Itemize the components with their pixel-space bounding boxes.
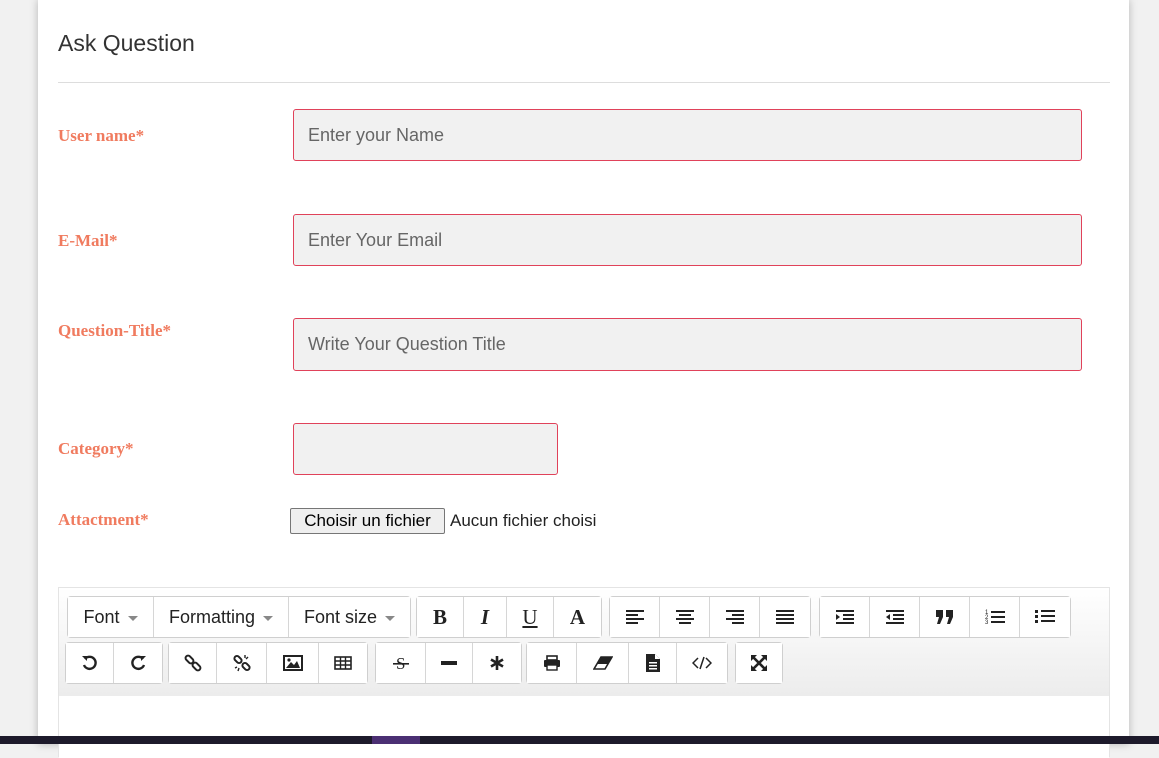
text-style-group: B I U A	[416, 596, 602, 638]
history-group	[65, 642, 163, 684]
font-size-dropdown[interactable]: Font size	[289, 597, 410, 637]
special-char-button[interactable]	[473, 643, 521, 683]
horizontal-rule-icon	[441, 661, 457, 665]
category-select[interactable]	[293, 423, 558, 475]
fullscreen-icon	[751, 655, 767, 671]
print-button[interactable]	[527, 643, 577, 683]
chevron-down-icon	[263, 615, 274, 621]
unordered-list-button[interactable]	[1020, 597, 1070, 637]
font-dropdown-group: Font Formatting Font size	[67, 596, 411, 638]
username-label: User name*	[58, 126, 145, 145]
align-center-button[interactable]	[660, 597, 710, 637]
outdent-button[interactable]	[870, 597, 920, 637]
align-center-icon	[675, 610, 694, 624]
bold-button[interactable]: B	[417, 597, 464, 637]
indent-button[interactable]	[820, 597, 870, 637]
code-view-icon	[692, 656, 712, 670]
align-right-button[interactable]	[710, 597, 760, 637]
chevron-down-icon	[127, 615, 138, 621]
document-icon	[645, 654, 660, 672]
eraser-button[interactable]	[577, 643, 629, 683]
question-title-label: Question-Title*	[58, 321, 172, 340]
table-button[interactable]	[319, 643, 367, 683]
font-color-button[interactable]: A	[554, 597, 601, 637]
special-char-icon	[490, 656, 504, 670]
choose-file-button[interactable]: Choisir un fichier	[290, 508, 445, 534]
ordered-list-button[interactable]: 123	[970, 597, 1020, 637]
align-right-icon	[725, 610, 744, 624]
outdent-icon	[885, 610, 904, 624]
align-left-button[interactable]	[610, 597, 660, 637]
ordered-list-icon: 123	[985, 610, 1005, 625]
username-input[interactable]	[293, 109, 1082, 161]
link-icon	[184, 654, 201, 672]
font-dropdown-label: Font	[83, 606, 120, 627]
print-icon	[543, 655, 560, 671]
attachment-label: Attactment*	[58, 510, 149, 529]
italic-button[interactable]: I	[464, 597, 507, 637]
rich-text-editor: Font Formatting Font size B I U A 12 3	[58, 587, 1110, 758]
formatting-dropdown[interactable]: Formatting	[154, 597, 289, 637]
document-button[interactable]	[629, 643, 677, 683]
strikethrough-icon: S	[392, 654, 409, 672]
table-icon	[334, 656, 352, 670]
email-label: E-Mail*	[58, 231, 118, 250]
underline-button[interactable]: U	[507, 597, 554, 637]
align-justify-button[interactable]	[760, 597, 810, 637]
redo-button[interactable]	[114, 643, 162, 683]
align-group	[609, 596, 811, 638]
align-justify-icon	[776, 610, 794, 624]
unlink-icon	[232, 654, 251, 672]
view-group	[735, 642, 783, 684]
font-size-dropdown-label: Font size	[303, 606, 378, 627]
undo-button[interactable]	[66, 643, 114, 683]
category-label: Category*	[58, 439, 134, 458]
question-title-input[interactable]	[293, 318, 1082, 371]
chevron-down-icon	[385, 615, 396, 621]
eraser-icon	[592, 656, 613, 670]
formatting-dropdown-label: Formatting	[168, 606, 256, 627]
image-button[interactable]	[267, 643, 319, 683]
image-icon	[282, 655, 303, 671]
title-divider	[58, 82, 1110, 83]
email-input[interactable]	[293, 214, 1082, 266]
editor-toolbar: Font Formatting Font size B I U A 12 3	[59, 588, 1109, 696]
code-view-button[interactable]	[677, 643, 727, 683]
ask-question-card: Ask Question User name* E-Mail* Question…	[38, 0, 1129, 758]
link-button[interactable]	[169, 643, 217, 683]
indent-icon	[835, 610, 854, 624]
fullscreen-button[interactable]	[736, 643, 782, 683]
bottom-bar	[0, 736, 1159, 744]
blockquote-button[interactable]	[920, 597, 970, 637]
editor-content-area[interactable]	[59, 696, 1109, 758]
font-dropdown[interactable]: Font	[68, 597, 154, 637]
file-status-text: Aucun fichier choisi	[450, 511, 597, 530]
align-left-icon	[625, 610, 644, 624]
insert-group	[168, 642, 368, 684]
unlink-button[interactable]	[217, 643, 267, 683]
block-format-group: 123	[819, 596, 1071, 638]
horizontal-rule-button[interactable]	[426, 643, 473, 683]
svg-text:3: 3	[985, 620, 989, 625]
redo-icon	[131, 655, 146, 671]
strikethrough-button[interactable]: S	[376, 643, 426, 683]
undo-icon	[81, 655, 97, 671]
bottom-bar-accent	[372, 736, 420, 744]
utility-group	[526, 642, 728, 684]
blockquote-icon	[935, 610, 953, 624]
page-title: Ask Question	[58, 30, 195, 56]
misc-format-group: S	[375, 642, 522, 684]
unordered-list-icon	[1035, 610, 1055, 623]
